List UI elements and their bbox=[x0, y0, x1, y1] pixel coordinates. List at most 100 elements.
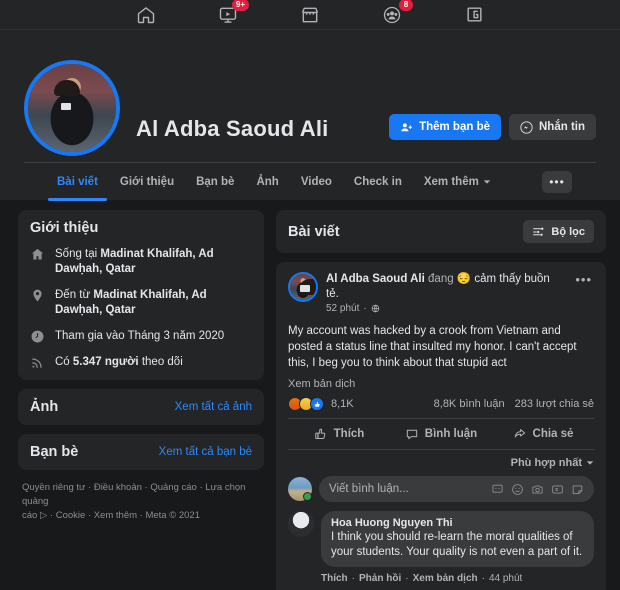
current-user-avatar[interactable] bbox=[288, 477, 312, 501]
footer-line-2[interactable]: cáo ▷ · Cookie · Xem thêm · Meta © 2021 bbox=[22, 509, 260, 523]
post-reaction-count: 8,1K bbox=[331, 398, 354, 410]
comment-bubble: Hoa Huong Nguyen Thi I think you should … bbox=[321, 511, 594, 567]
comment-sorter[interactable]: Phù hợp nhất bbox=[288, 457, 594, 469]
nav-gaming-icon[interactable] bbox=[461, 4, 487, 26]
profile-avatar[interactable] bbox=[24, 60, 120, 156]
person-add-icon bbox=[401, 122, 412, 131]
content-columns: Giới thiệu Sống tại Madinat Khalifah, Ad… bbox=[0, 200, 620, 590]
comment-input-box[interactable]: Viết bình luận... bbox=[319, 476, 594, 502]
see-all-friends-link[interactable]: Xem tất cả bạn bè bbox=[159, 446, 252, 458]
avatar-image bbox=[28, 64, 116, 152]
about-card-title: Giới thiệu bbox=[30, 220, 99, 236]
posts-title: Bài viết bbox=[288, 223, 340, 240]
nav-groups-icon[interactable]: 8 bbox=[379, 0, 413, 26]
home-icon bbox=[137, 6, 155, 23]
tab-videos[interactable]: Video bbox=[292, 163, 341, 201]
post-feeling-prefix: đang bbox=[424, 273, 457, 285]
see-all-photos-link[interactable]: Xem tất cả ảnh bbox=[175, 401, 252, 413]
profile-more-options-button[interactable]: ••• bbox=[542, 170, 572, 193]
tab-checkin-label: Check in bbox=[353, 175, 402, 188]
post-comments-count[interactable]: 8,8K bình luận bbox=[434, 398, 505, 410]
comment-input-placeholder: Viết bình luận... bbox=[329, 483, 409, 495]
sticker-icon[interactable] bbox=[571, 483, 584, 496]
comment-text: I think you should re-learn the moral qu… bbox=[331, 531, 583, 558]
post-timestamp: 52 phút · bbox=[326, 303, 565, 314]
comment-timestamp: 44 phút bbox=[488, 573, 523, 584]
footer-line-1[interactable]: Quyền riêng tư · Điều khoản · Quảng cáo … bbox=[22, 481, 260, 509]
comment-item: Hoa Huong Nguyen Thi I think you should … bbox=[288, 511, 594, 590]
about-prefix-1: Đến từ bbox=[55, 289, 94, 301]
tab-more[interactable]: Xem thêm bbox=[415, 163, 500, 201]
add-friend-button[interactable]: Thêm bạn bè bbox=[389, 114, 501, 140]
tab-about[interactable]: Giới thiệu bbox=[111, 163, 183, 201]
about-text-followers: Có 5.347 người theo dõi bbox=[55, 355, 183, 370]
comment-sorter-label: Phù hợp nhất bbox=[510, 457, 582, 469]
profile-page: Al Adba Saoud Ali Thêm bạn bè Nhắn tin B… bbox=[0, 30, 620, 590]
marketplace-icon bbox=[301, 7, 319, 22]
nav-home-icon[interactable] bbox=[133, 4, 159, 26]
footer-links: Quyền riêng tư · Điều khoản · Quảng cáo … bbox=[18, 479, 264, 523]
post-author-name[interactable]: Al Adba Saoud Ali bbox=[326, 273, 425, 285]
nav-watch-icon[interactable]: 9+ bbox=[215, 0, 249, 26]
gif-icon[interactable] bbox=[551, 483, 564, 496]
profile-tabs: Bài viết Giới thiệu Bạn bè Ảnh Video Che… bbox=[24, 162, 596, 201]
emoji-sticker-icon[interactable] bbox=[491, 483, 504, 496]
share-action-button[interactable]: Chia sẻ bbox=[492, 423, 594, 445]
like-action-button[interactable]: Thích bbox=[288, 423, 390, 445]
comment-author-avatar[interactable] bbox=[288, 511, 314, 537]
post-time-separator: · bbox=[363, 303, 367, 314]
profile-header: Al Adba Saoud Ali Thêm bạn bè Nhắn tin B… bbox=[0, 30, 620, 201]
tab-checkin[interactable]: Check in bbox=[345, 163, 411, 201]
emoji-smile-icon[interactable] bbox=[511, 483, 524, 496]
comment-author-name[interactable]: Hoa Huong Nguyen Thi bbox=[331, 517, 584, 529]
nav-marketplace-icon[interactable] bbox=[297, 4, 323, 26]
post-feeling-emoji: 😔 bbox=[456, 273, 472, 285]
post-stats-row: 8,1K 8,8K bình luận 283 lượt chia sẻ bbox=[288, 397, 594, 418]
about-strong-3: 5.347 người bbox=[72, 356, 139, 368]
post-reactions[interactable]: 8,1K bbox=[288, 397, 354, 411]
comment-input-icons bbox=[491, 483, 584, 496]
groups-badge: 8 bbox=[399, 0, 413, 11]
cover-photo[interactable] bbox=[24, 30, 596, 52]
globe-icon bbox=[371, 304, 379, 313]
comment-action-button[interactable]: Bình luận bbox=[390, 423, 492, 445]
reaction-icons bbox=[288, 397, 324, 411]
post-shares-count[interactable]: 283 lượt chia sẻ bbox=[515, 398, 594, 410]
message-label: Nhắn tin bbox=[539, 121, 585, 133]
friends-card: Bạn bè Xem tất cả bạn bè bbox=[18, 434, 264, 470]
filter-button[interactable]: Bộ lọc bbox=[523, 220, 594, 243]
tab-friends[interactable]: Bạn bè bbox=[187, 163, 243, 201]
rss-icon bbox=[30, 355, 46, 370]
tab-posts[interactable]: Bài viết bbox=[48, 163, 107, 201]
comment-like-button[interactable]: Thích bbox=[321, 573, 348, 584]
message-button[interactable]: Nhắn tin bbox=[509, 114, 596, 140]
location-pin-icon bbox=[30, 288, 46, 303]
comment-translate-button[interactable]: Xem bản dịch bbox=[413, 573, 478, 584]
about-text-joined: Tham gia vào Tháng 3 năm 2020 bbox=[55, 330, 225, 342]
about-prefix-3: Có bbox=[55, 356, 73, 368]
post-options-button[interactable]: ••• bbox=[573, 272, 594, 287]
tab-photos[interactable]: Ảnh bbox=[247, 163, 287, 201]
thumbs-up-icon bbox=[314, 428, 325, 439]
comment-action-label: Bình luận bbox=[424, 428, 478, 440]
like-reaction-icon bbox=[310, 397, 324, 411]
tab-about-label: Giới thiệu bbox=[119, 175, 175, 188]
post-counts: 8,8K bình luận 283 lượt chia sẻ bbox=[434, 398, 594, 410]
comment-actions: Thích · Phản hồi · Xem bản dịch · 44 phút bbox=[321, 573, 523, 584]
camera-icon[interactable] bbox=[531, 483, 544, 496]
about-row-from: Đến từ Madinat Khalifah, Ad Dawḥah, Qata… bbox=[30, 288, 252, 318]
post-author-avatar[interactable] bbox=[288, 272, 318, 302]
left-column: Giới thiệu Sống tại Madinat Khalifah, Ad… bbox=[18, 210, 264, 590]
post-body-text: My account was hacked by a crook from Vi… bbox=[288, 325, 577, 369]
post-translate-link[interactable]: Xem bản dịch bbox=[288, 378, 594, 390]
post-time-text[interactable]: 52 phút bbox=[326, 303, 359, 314]
post-card: Al Adba Saoud Ali đang 😔 cảm thấy buồn t… bbox=[276, 262, 606, 590]
chevron-down-icon bbox=[586, 461, 594, 465]
about-prefix-0: Sống tại bbox=[55, 248, 101, 260]
comment-reply-button[interactable]: Phản hồi bbox=[359, 573, 401, 584]
about-suffix-3: theo dõi bbox=[138, 356, 183, 368]
photos-card: Ảnh Xem tất cả ảnh bbox=[18, 389, 264, 425]
about-text-lives-in: Sống tại Madinat Khalifah, Ad Dawḥah, Qa… bbox=[55, 247, 252, 277]
tab-photos-label: Ảnh bbox=[256, 175, 279, 188]
friends-card-title: Bạn bè bbox=[30, 444, 79, 460]
